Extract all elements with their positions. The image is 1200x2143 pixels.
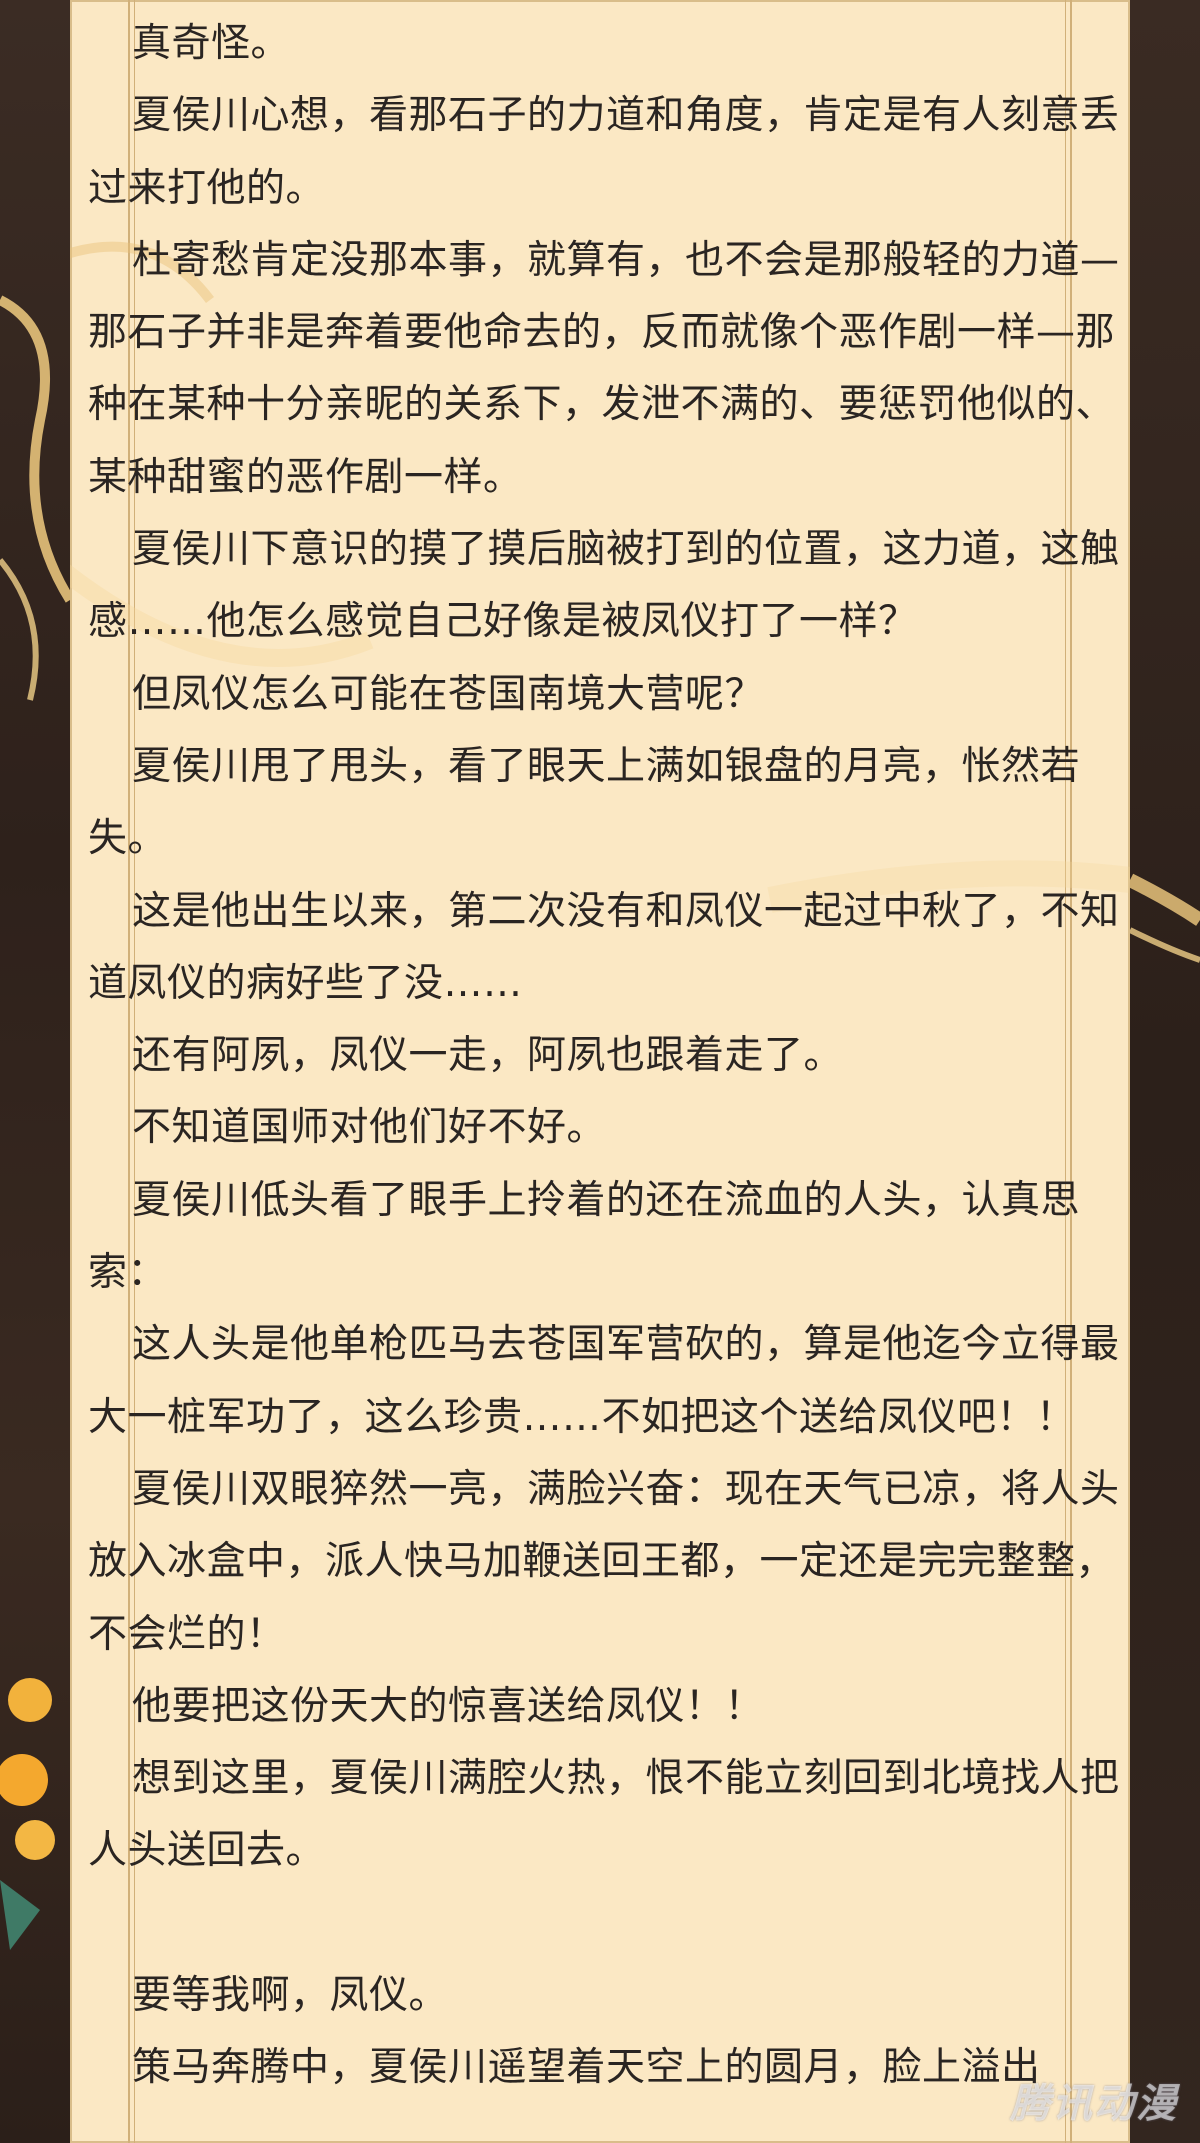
paragraph: 真奇怪。 (132, 21, 291, 66)
paragraph: 但凤仪怎么可能在苍国南境大营呢？ (132, 671, 765, 717)
paragraph: 他要把这份天大的惊喜送给凤仪！！ (132, 1683, 765, 1729)
right-decorative-border (1130, 0, 1200, 2143)
paragraph: 夏侯川甩了甩头，看了眼天上满如银盘的月亮，怅然若失。 (88, 743, 1081, 862)
paragraph: 要等我啊，凤仪。 (132, 1972, 449, 2018)
left-ornament-art (0, 295, 70, 1950)
paragraph: 这人头是他单枪匹马去苍国军营砍的，算是他迄今立得最大一桩军功了，这么珍贵……不如… (88, 1322, 1120, 1440)
paragraph: 夏侯川双眼猝然一亮，满脸兴奋：现在天气已凉，将人头放入冰盒中，派人快马加鞭送回王… (88, 1466, 1120, 1657)
paragraph: 想到这里，夏侯川满腔火热，恨不能立刻回到北境找人把人头送回去。 (88, 1756, 1120, 1874)
left-decorative-border (0, 0, 70, 2143)
paragraph: 不知道国师对他们好不好。 (132, 1105, 607, 1151)
paragraph: 夏侯川下意识的摸了摸后脑被打到的位置，这力道，这触感……他怎么感觉自己好像是被凤… (88, 527, 1120, 645)
paragraph: 这是他出生以来，第二次没有和凤仪一起过中秋了，不知道凤仪的病好些了没…… (88, 888, 1120, 1006)
paragraph: 策马奔腾中，夏侯川遥望着天空上的圆月，脸上溢出 (132, 2045, 1041, 2091)
paragraph: 夏侯川低头看了眼手上拎着的还在流血的人头，认真思索： (88, 1177, 1081, 1296)
right-ornament-art (1130, 873, 1200, 963)
paragraph: 还有阿夙，凤仪一走，阿夙也跟着走了。 (132, 1033, 844, 1079)
paragraph: 杜寄愁肯定没那本事，就算有，也不会是那般轻的力道—那石子并非是奔着要他命去的，反… (88, 237, 1120, 500)
watermark-logo: 腾讯动漫 (1010, 2081, 1178, 2127)
story-text: 真奇怪。 夏侯川心想，看那石子的力道和角度，肯定是有人刻意丢过来打他的。 杜寄愁… (88, 8, 1128, 2104)
paragraph: 夏侯川心想，看那石子的力道和角度，肯定是有人刻意丢过来打他的。 (88, 93, 1120, 211)
